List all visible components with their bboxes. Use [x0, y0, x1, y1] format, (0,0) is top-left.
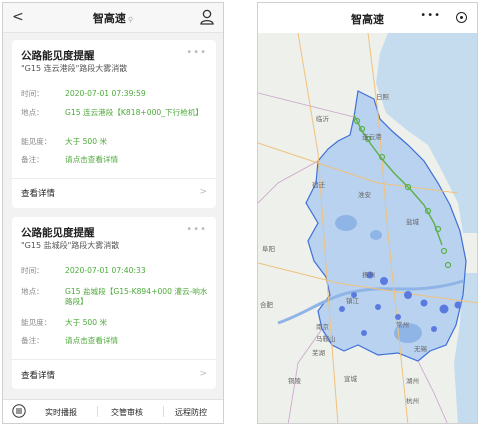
- tab-live-broadcast[interactable]: 实时播报: [45, 407, 77, 418]
- page-title: 智高速 ⚲: [3, 10, 223, 26]
- place-label: 地点：: [21, 108, 44, 117]
- alert-subtitle: "G15 盐城段"路段大雾消散: [21, 241, 120, 250]
- map-label: 合肥: [260, 301, 273, 309]
- note-link[interactable]: 请点击查看详情: [65, 336, 208, 346]
- map-label: 日照: [376, 93, 389, 101]
- map-label: 铜陵: [288, 377, 301, 385]
- visibility-label: 能见度：: [21, 137, 52, 146]
- note-label: 备注：: [21, 336, 44, 345]
- map-screen: 智高速 ••• 日照 临沂 连云港 宿迁 淮安 盐城 阜阳 合肥 南京 扬州 镇…: [257, 2, 478, 424]
- place-value: G15 连云港段【K818+000_下行枪机】: [65, 108, 204, 117]
- place-value: G15 盐城段【G15-K894+000 灌云-响水路段】: [65, 287, 208, 306]
- map-label: 南京: [316, 323, 329, 331]
- more-icon[interactable]: •••: [420, 10, 441, 21]
- map-label: 无锡: [414, 345, 427, 353]
- close-target-icon[interactable]: [456, 12, 467, 23]
- tab-remote-control[interactable]: 远程防控: [175, 407, 207, 418]
- title-mark-icon: ⚲: [127, 16, 134, 24]
- alert-card: 公路能见度提醒 ••• "G15 盐城段"路段大雾消散 时间： 2020-07-…: [12, 217, 216, 389]
- divider: [12, 178, 216, 179]
- view-detail-link[interactable]: 查看详情: [21, 369, 55, 381]
- chevron-right-icon[interactable]: >: [199, 369, 207, 379]
- more-icon[interactable]: •••: [186, 47, 207, 58]
- map-label: 镇江: [346, 297, 359, 305]
- map-label: 阜阳: [262, 245, 275, 253]
- page-title: 智高速: [351, 13, 384, 26]
- map-label: 湖州: [406, 377, 419, 385]
- map-label: 宣城: [344, 375, 357, 383]
- visibility-value: 大于 500 米: [65, 137, 108, 146]
- visibility-label: 能见度：: [21, 318, 52, 327]
- tab-traffic-review[interactable]: 交管审核: [111, 407, 143, 418]
- divider: [12, 359, 216, 360]
- map-view[interactable]: [258, 33, 478, 424]
- view-detail-link[interactable]: 查看详情: [21, 187, 55, 199]
- map-label: 宿迁: [312, 181, 325, 189]
- time-label: 时间：: [21, 89, 44, 98]
- alert-list-screen: < 智高速 ⚲ 公路能见度提醒 ••• "G15 连云港段"路段大雾消散 时间： …: [2, 2, 224, 424]
- nav-bar: < 智高速 ⚲: [3, 3, 223, 33]
- alert-subtitle: "G15 连云港段"路段大雾消散: [21, 64, 128, 73]
- alert-title: 公路能见度提醒: [21, 50, 95, 62]
- alert-card: 公路能见度提醒 ••• "G15 连云港段"路段大雾消散 时间： 2020-07…: [12, 40, 216, 208]
- user-icon[interactable]: [199, 8, 215, 26]
- map-label: 芜湖: [312, 349, 325, 357]
- map-label: 常州: [396, 321, 409, 329]
- map-label: 临沂: [316, 115, 329, 123]
- more-icon[interactable]: •••: [186, 224, 207, 235]
- map-label: 淮安: [358, 191, 371, 199]
- tab-separator: [163, 406, 164, 417]
- map-label: 盐城: [406, 218, 419, 226]
- alert-title: 公路能见度提醒: [21, 227, 95, 239]
- time-label: 时间：: [21, 266, 44, 275]
- note-label: 备注：: [21, 155, 44, 164]
- map-label: 杭州: [406, 397, 419, 405]
- map-label: 连云港: [362, 133, 382, 141]
- visibility-value: 大于 500 米: [65, 318, 108, 327]
- time-value: 2020-07-01 07:39:59: [65, 89, 146, 98]
- screenshot-stage: < 智高速 ⚲ 公路能见度提醒 ••• "G15 连云港段"路段大雾消散 时间： …: [0, 0, 483, 430]
- time-value: 2020-07-01 07:40:33: [65, 266, 146, 275]
- map-label: 扬州: [362, 271, 375, 279]
- note-link[interactable]: 请点击查看详情: [65, 155, 208, 165]
- place-label: 地点：: [21, 287, 44, 296]
- nav-bar: 智高速 •••: [258, 3, 477, 33]
- page-title-text: 智高速: [92, 12, 126, 25]
- bottom-tab-bar: 实时播报 交管审核 远程防控: [3, 399, 223, 423]
- menu-icon[interactable]: [12, 404, 26, 418]
- tab-separator: [97, 406, 98, 417]
- map-label: 马鞍山: [316, 335, 336, 343]
- chevron-right-icon[interactable]: >: [199, 187, 207, 197]
